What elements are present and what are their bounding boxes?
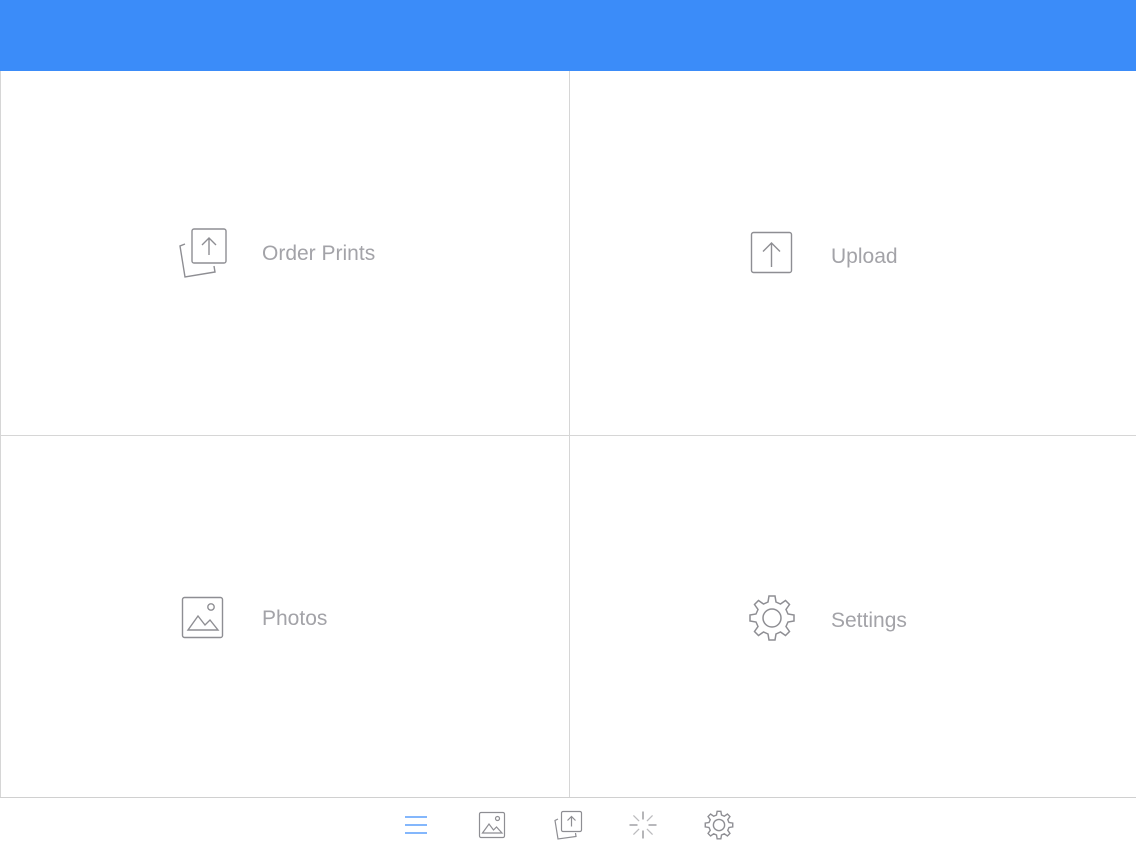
tab-order-prints[interactable] — [553, 810, 583, 840]
menu-grid: Order Prints Upload Photos Settings — [0, 71, 1136, 798]
tile-photos[interactable]: Photos — [1, 436, 569, 798]
tile-label-order-prints: Order Prints — [262, 242, 376, 265]
order-prints-icon — [554, 810, 583, 840]
menu-icon — [405, 816, 427, 834]
photos-icon — [478, 811, 506, 839]
tab-menu[interactable] — [401, 810, 431, 840]
tab-photos[interactable] — [477, 810, 507, 840]
app-window: Order Prints Upload Photos Settings — [0, 0, 1136, 852]
photos-icon — [181, 596, 224, 639]
order-prints-icon — [179, 228, 227, 278]
settings-icon — [704, 810, 734, 840]
tab-settings[interactable] — [704, 810, 734, 840]
activity-icon — [629, 811, 657, 839]
tile-label-upload: Upload — [831, 245, 898, 268]
upload-icon — [750, 231, 793, 274]
tile-label-photos: Photos — [262, 607, 328, 630]
tab-activity[interactable] — [628, 810, 658, 840]
tile-label-settings: Settings — [831, 609, 907, 632]
navigation-bar — [0, 0, 1136, 71]
settings-icon — [749, 595, 795, 641]
tile-order-prints[interactable]: Order Prints — [1, 71, 569, 435]
tile-settings[interactable]: Settings — [570, 436, 1136, 798]
tile-upload[interactable]: Upload — [570, 71, 1136, 435]
tab-bar — [0, 797, 1136, 852]
